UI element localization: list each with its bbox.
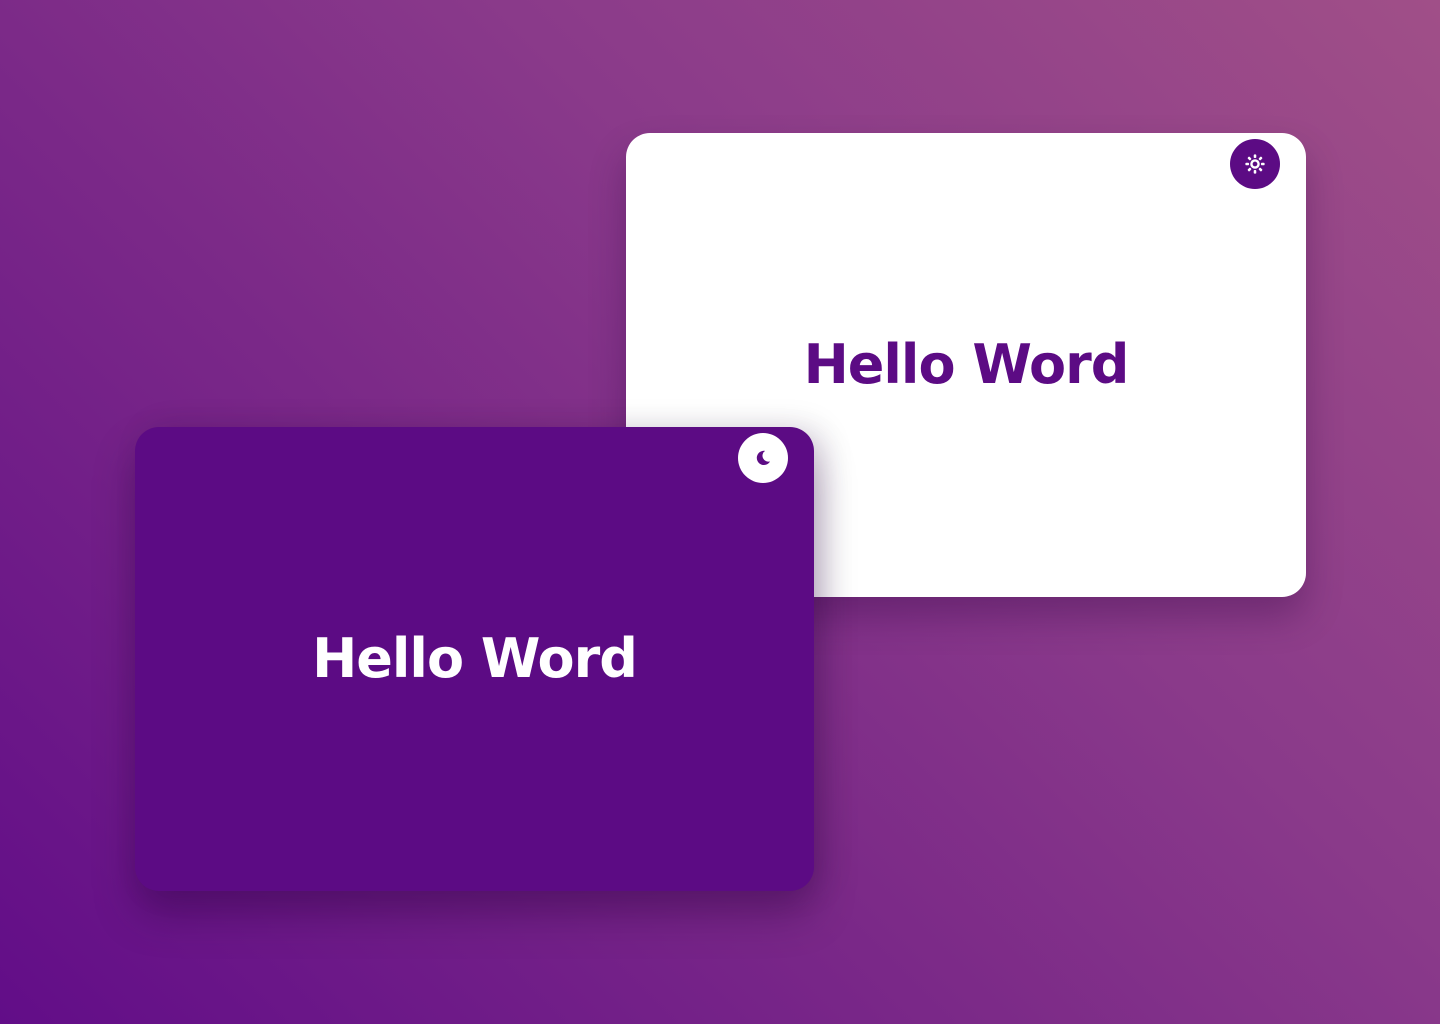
moon-icon	[753, 448, 773, 468]
dark-theme-card: Hello Word	[135, 427, 814, 891]
light-mode-toggle-button[interactable]	[1230, 139, 1280, 189]
dark-mode-toggle-button[interactable]	[738, 433, 788, 483]
dark-card-title: Hello Word	[312, 627, 638, 690]
light-card-title: Hello Word	[803, 333, 1130, 396]
sun-icon	[1244, 153, 1266, 175]
